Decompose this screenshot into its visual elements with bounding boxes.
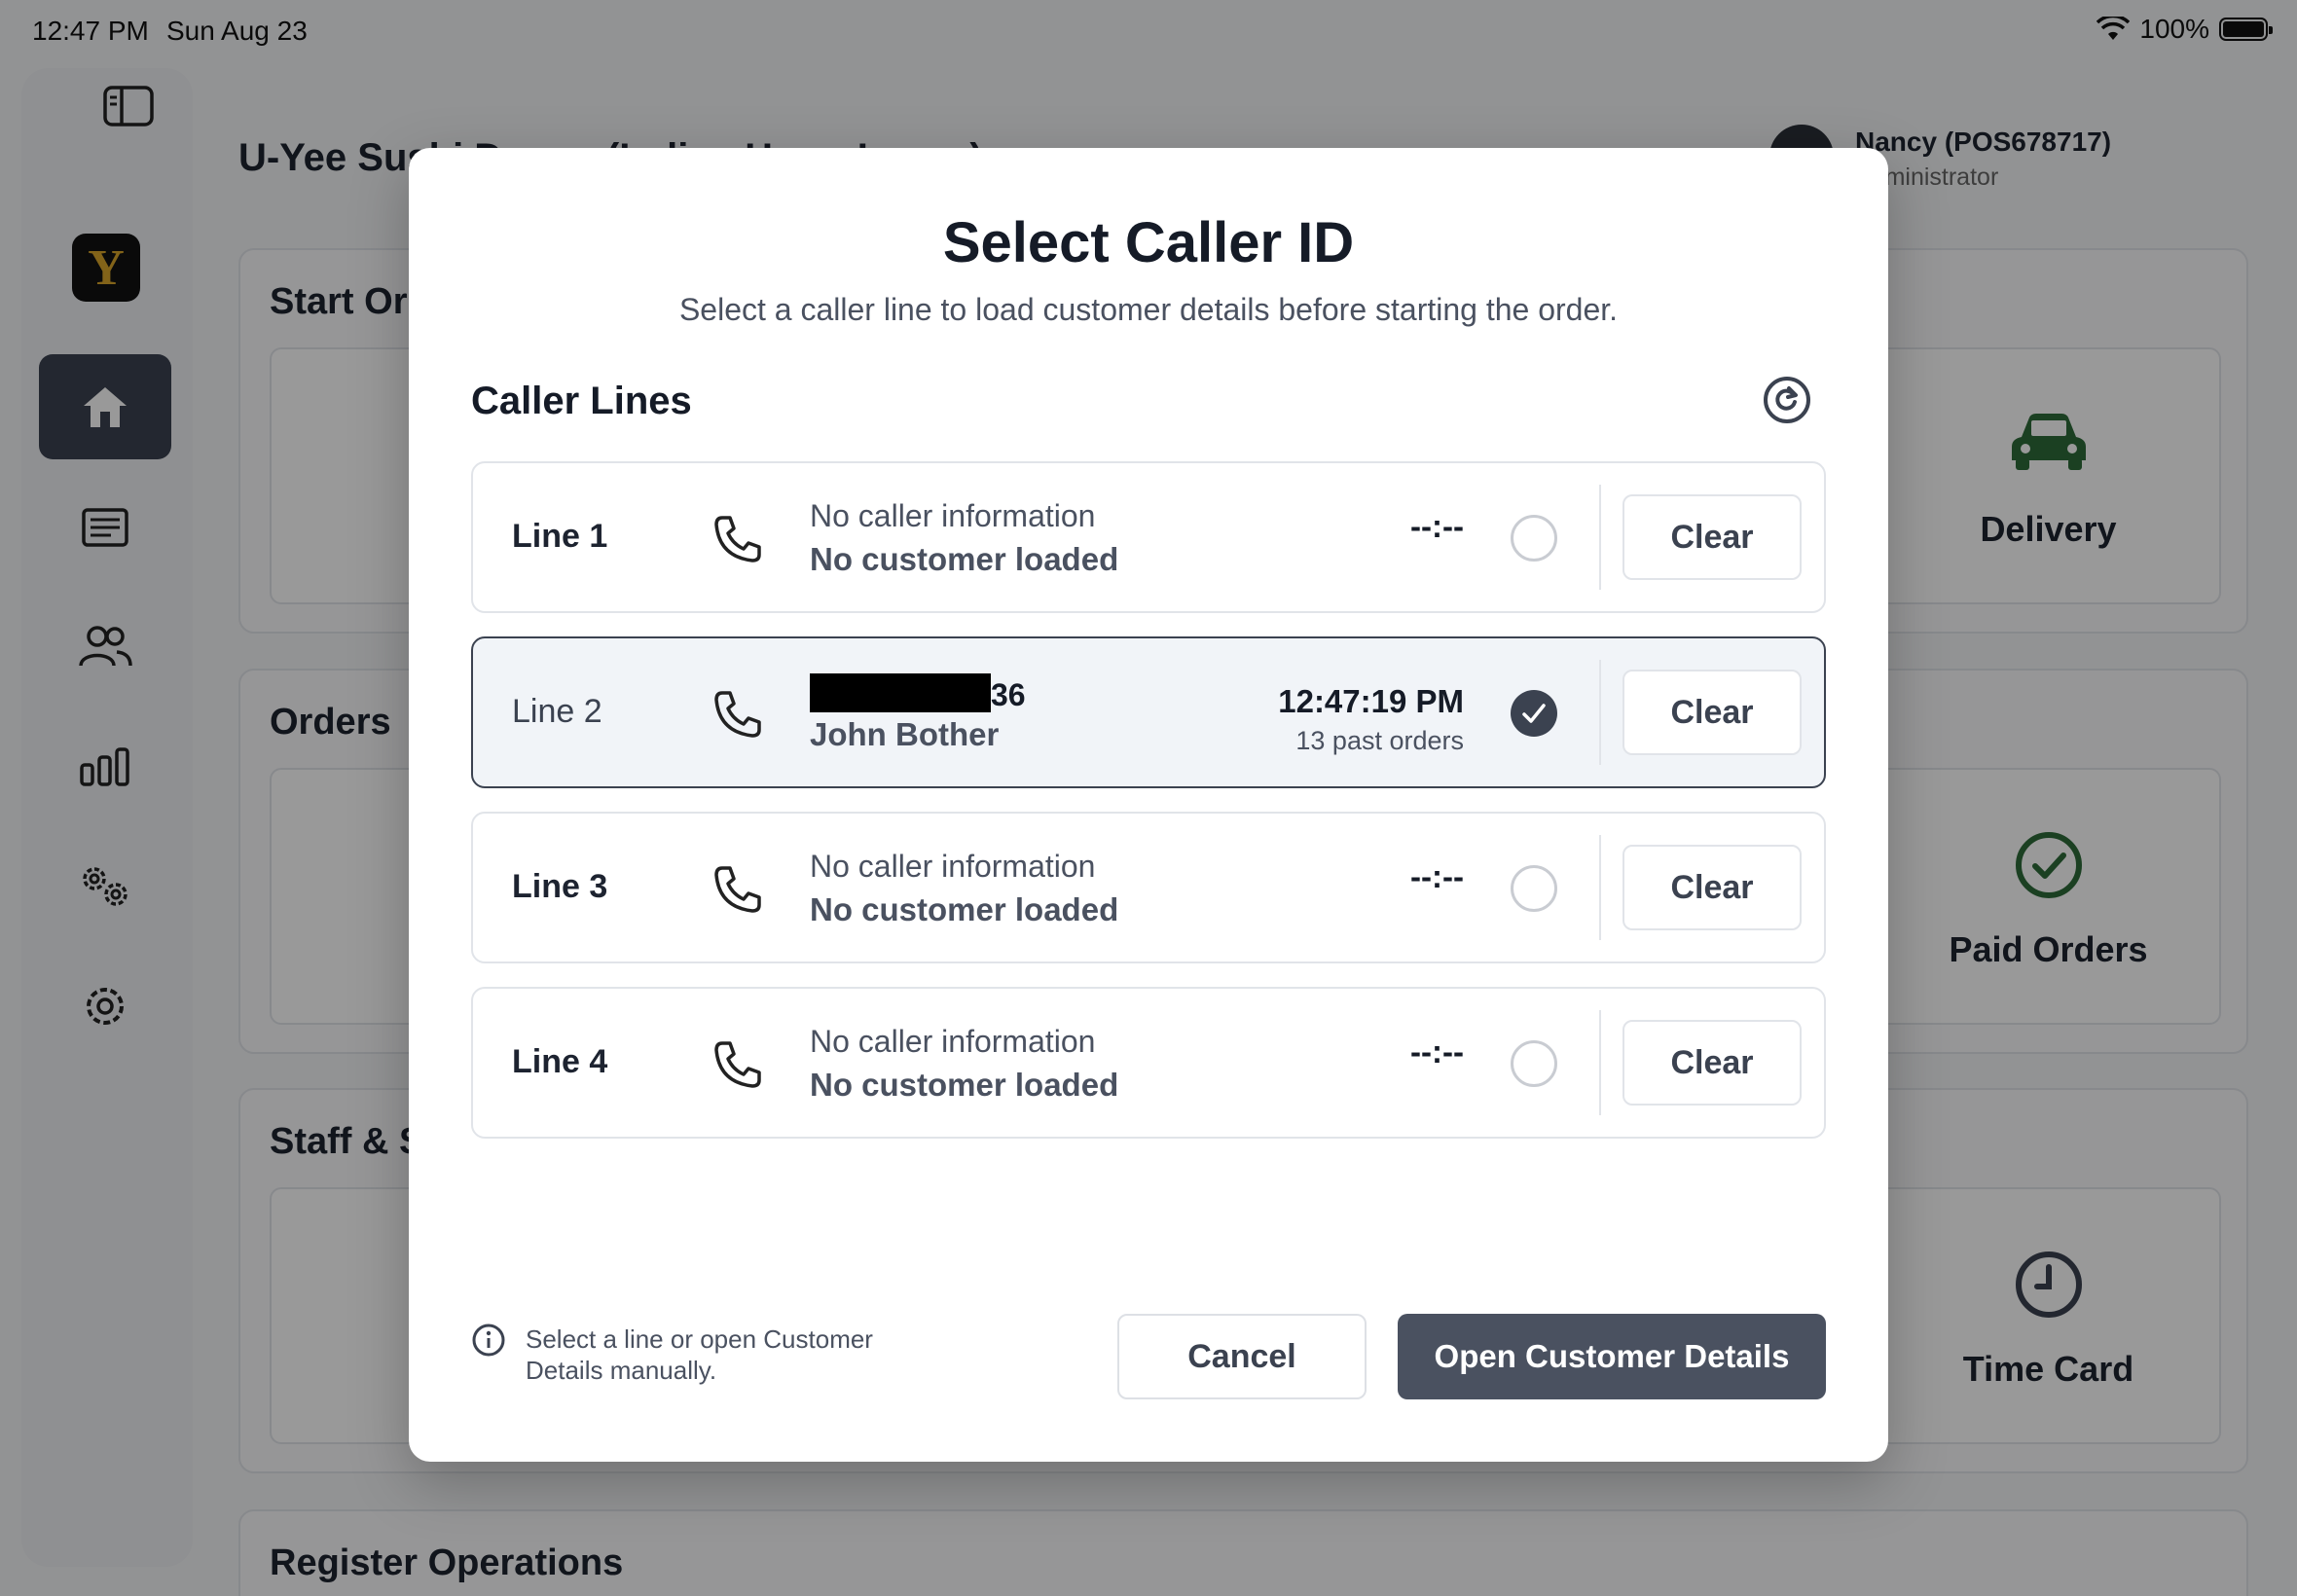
caller-line-2[interactable]: Line 2 36 John Bother 12:47:19 PM 13 pas… xyxy=(471,636,1826,788)
call-time: 12:47:19 PM xyxy=(1278,683,1464,719)
divider xyxy=(1599,485,1601,590)
divider xyxy=(1599,1010,1601,1115)
customer-name: John Bother xyxy=(810,716,1000,752)
divider xyxy=(1599,835,1601,940)
caller-info: No caller information xyxy=(810,498,1096,533)
caller-line-1[interactable]: Line 1 No caller information No customer… xyxy=(471,461,1826,613)
past-orders: 13 past orders xyxy=(1295,726,1464,755)
dialog-title: Select Caller ID xyxy=(942,211,1355,274)
phone-icon xyxy=(714,691,761,738)
refresh-icon[interactable] xyxy=(1762,375,1812,425)
phone-icon xyxy=(714,516,761,562)
line-name: Line 2 xyxy=(512,693,602,730)
line-name: Line 4 xyxy=(512,1043,608,1080)
call-time: --:-- xyxy=(1410,508,1464,544)
select-caller-id-dialog: Select Caller ID Select a caller line to… xyxy=(409,148,1888,1462)
dialog-subtitle: Select a caller line to load customer de… xyxy=(678,292,1619,327)
caller-info: No caller information xyxy=(810,849,1096,884)
clear-button[interactable]: Clear xyxy=(1622,494,1802,580)
cancel-button[interactable]: Cancel xyxy=(1117,1314,1367,1399)
caller-lines-heading: Caller Lines xyxy=(471,380,692,422)
checkmark-icon xyxy=(1522,704,1546,723)
line-radio[interactable] xyxy=(1511,865,1557,912)
info-icon xyxy=(472,1324,505,1357)
clear-button[interactable]: Clear xyxy=(1622,1020,1802,1106)
divider xyxy=(1599,660,1601,765)
customer-info: No customer loaded xyxy=(810,541,1119,577)
call-time: --:-- xyxy=(1410,858,1464,894)
line-name: Line 3 xyxy=(512,868,608,905)
line-radio[interactable] xyxy=(1511,515,1557,562)
clear-button[interactable]: Clear xyxy=(1622,845,1802,930)
line-name: Line 1 xyxy=(512,518,608,555)
clear-button[interactable]: Clear xyxy=(1622,670,1802,755)
line-radio[interactable] xyxy=(1511,1040,1557,1087)
redacted-block xyxy=(810,673,991,712)
call-time: --:-- xyxy=(1410,1034,1464,1070)
open-customer-details-button[interactable]: Open Customer Details xyxy=(1398,1314,1826,1399)
customer-info: No customer loaded xyxy=(810,1067,1119,1103)
customer-info: No customer loaded xyxy=(810,891,1119,927)
caller-number-suffix: 36 xyxy=(991,677,1026,712)
caller-line-3[interactable]: Line 3 No caller information No customer… xyxy=(471,812,1826,963)
caller-line-4[interactable]: Line 4 No caller information No customer… xyxy=(471,987,1826,1139)
phone-icon xyxy=(714,866,761,913)
caller-info: No caller information xyxy=(810,1024,1096,1059)
phone-icon xyxy=(714,1041,761,1088)
hint-text: Select a line or open Customer Details m… xyxy=(526,1324,873,1385)
footer-hint: Select a line or open Customer Details m… xyxy=(471,1324,919,1386)
caller-number: 36 xyxy=(810,673,1026,713)
line-radio-selected[interactable] xyxy=(1511,690,1557,737)
